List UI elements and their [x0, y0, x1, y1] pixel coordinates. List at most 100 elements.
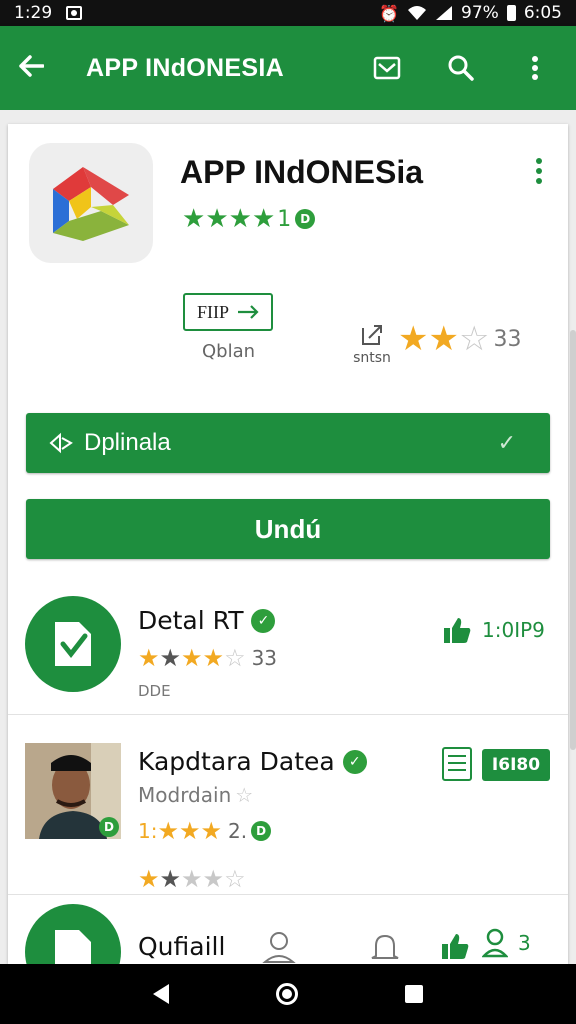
share-icon — [362, 325, 382, 345]
star-icon: ★ — [181, 865, 203, 893]
star-icon: ★ — [178, 817, 201, 845]
star-icon: ★ — [228, 204, 252, 234]
verified-icon: ✓ — [342, 749, 367, 774]
star-outline-icon: ☆ — [224, 644, 246, 672]
nav-home-icon[interactable] — [275, 983, 298, 1005]
list-item-title: Kapdtara Datea ✓ — [138, 747, 367, 776]
scrollbar[interactable] — [570, 330, 576, 750]
arrow-right-icon — [238, 305, 259, 319]
star-outline-icon: ☆ — [235, 783, 254, 807]
app-name: APP INdONESia — [180, 154, 424, 190]
list-item-inline-rating: 1: ★ ★ ★ 2. D — [138, 817, 272, 845]
download-button-label: Dplinala — [84, 429, 171, 456]
more-vert-icon[interactable] — [520, 53, 550, 83]
thumbs-up-icon — [444, 618, 471, 643]
install-icon — [25, 596, 121, 692]
inline-rating-prefix: 1: — [138, 819, 158, 843]
list-item-title-text: Kapdtara Datea — [138, 747, 335, 776]
star-icon: ★ — [202, 644, 225, 672]
rating-count: 1 — [277, 206, 292, 232]
list-item-subtitle: Modrdain — [138, 783, 232, 807]
star-outline-icon: ☆ — [458, 319, 490, 359]
app-logo — [29, 143, 153, 263]
list-item-badge[interactable]: I6I80 — [482, 749, 550, 781]
list-item-rating-count: 33 — [251, 646, 278, 670]
divider — [8, 894, 568, 895]
list-item[interactable]: Detal RT ✓ ★ ★ ★ ★ ☆ 33 DDE 1:0IP9 — [8, 596, 568, 714]
star-icon: ★ — [181, 644, 203, 672]
star-icon: ★ — [138, 644, 160, 672]
app-more-icon[interactable] — [534, 158, 544, 188]
secondary-rating: ★ ★ ☆ 33 — [398, 322, 521, 356]
divider — [8, 714, 568, 715]
app-bar: APP INdONESIA — [0, 26, 576, 110]
mail-icon[interactable] — [372, 53, 402, 83]
star-icon: ★ — [205, 204, 229, 234]
star-icon: ★ — [251, 204, 276, 234]
install-icon — [25, 904, 121, 964]
status-time: 1:29 — [14, 3, 53, 23]
list-item[interactable]: D Kapdtara Datea ✓ Modrdain ☆ 1: ★ ★ ★ 2… — [8, 743, 568, 893]
rating-badge: D — [295, 209, 316, 229]
download-button[interactable]: Dplinala ✓ — [26, 413, 550, 473]
outline-caption: Qblan — [202, 341, 256, 362]
battery-icon — [506, 5, 516, 21]
status-bar: 1:29 ⏰ 97% 6:05 — [0, 0, 576, 26]
content-area: APP INdONESia ★ ★ ★ ★ 1 D FIIP Qblan snt… — [0, 110, 576, 964]
list-item-rating: ★ ★ ★ ★ ☆ — [138, 867, 246, 891]
signal-icon — [436, 6, 453, 20]
avatar-badge-icon: D — [99, 817, 119, 837]
star-icon: ★ — [157, 817, 179, 845]
list-item-subtext: DDE — [138, 682, 171, 700]
app-detail-card: APP INdONESia ★ ★ ★ ★ 1 D FIIP Qblan snt… — [8, 124, 568, 964]
app-bar-title: APP INdONESIA — [86, 53, 284, 82]
document-icon[interactable] — [442, 747, 472, 781]
inline-rating-badge: D — [251, 821, 272, 841]
secondary-rating-count: 33 — [493, 326, 522, 352]
battery-percent: 97% — [461, 3, 499, 23]
outline-action-button[interactable]: FIIP — [183, 293, 273, 331]
app-rating: ★ ★ ★ ★ 1 D — [182, 204, 316, 234]
back-arrow-icon[interactable] — [18, 53, 58, 83]
search-icon[interactable] — [446, 53, 476, 83]
outline-button-label: FIIP — [196, 301, 229, 322]
list-item-title: Detal RT ✓ — [138, 606, 276, 635]
bell-icon[interactable] — [368, 930, 402, 964]
star-icon: ★ — [159, 644, 182, 672]
list-item-subtitle-row: Modrdain ☆ — [138, 783, 253, 807]
list-item[interactable]: Qufiaill 3 — [8, 904, 568, 964]
notification-icon — [66, 6, 83, 20]
list-item-title-text: Qufiaill — [138, 932, 226, 961]
inline-rating-count: 2. — [228, 819, 248, 843]
star-icon: ★ — [159, 865, 182, 893]
undu-button[interactable]: Undú — [26, 499, 550, 559]
avatar: D — [25, 743, 121, 839]
star-icon: ★ — [138, 865, 160, 893]
star-icon: ★ — [182, 204, 206, 234]
user-icon[interactable] — [262, 930, 296, 964]
status-clock: 6:05 — [523, 3, 562, 23]
list-item-meta: 3 — [482, 928, 531, 958]
check-icon: ✓ — [497, 430, 516, 456]
verified-icon: ✓ — [251, 608, 276, 633]
star-icon: ★ — [398, 319, 429, 359]
thumbs-up-icon[interactable] — [440, 932, 470, 964]
share-action[interactable]: sntsn — [348, 322, 396, 366]
alarm-icon: ⏰ — [379, 3, 400, 23]
nav-recents-icon[interactable] — [404, 985, 423, 1003]
nav-back-icon[interactable] — [153, 984, 170, 1004]
list-item-meta: 1:0IP9 — [442, 616, 545, 644]
share-caption: sntsn — [353, 350, 391, 366]
person-icon — [482, 928, 508, 958]
list-item-title-text: Detal RT — [138, 606, 244, 635]
star-icon: ★ — [428, 319, 459, 359]
list-item-title: Qufiaill — [138, 932, 225, 961]
list-item-meta-count: 3 — [518, 931, 531, 955]
list-item-rating: ★ ★ ★ ★ ☆ 33 — [138, 646, 277, 670]
system-nav-bar — [0, 964, 576, 1024]
star-icon: ★ — [202, 865, 225, 893]
list-item-meta-text: 1:0IP9 — [482, 618, 545, 642]
download-icon — [49, 432, 73, 454]
star-icon: ★ — [200, 817, 223, 845]
wifi-icon — [408, 6, 427, 20]
